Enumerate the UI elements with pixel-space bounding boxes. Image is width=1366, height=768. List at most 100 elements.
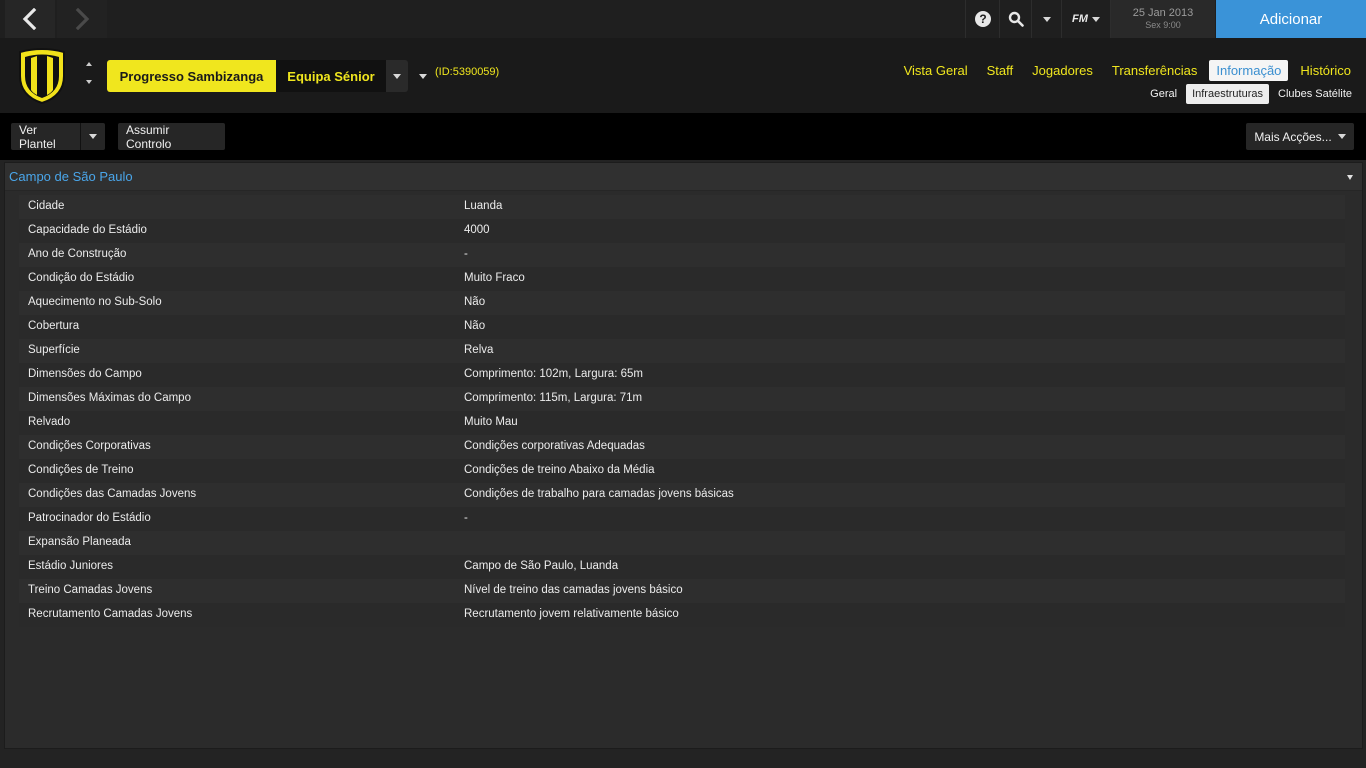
fm-menu-button[interactable]: FM: [1061, 0, 1110, 38]
time-text: Sex 9:00: [1145, 20, 1181, 30]
arrow-up-icon[interactable]: [86, 62, 92, 66]
row-value: 4000: [464, 224, 490, 236]
row-value: Muito Fraco: [464, 272, 525, 284]
table-row: Patrocinador do Estádio -: [19, 507, 1345, 531]
divider: [80, 123, 81, 150]
chevron-down-icon: [1337, 134, 1346, 139]
tab-staff[interactable]: Staff: [980, 60, 1021, 81]
help-button[interactable]: ?: [965, 0, 1000, 38]
subtab-affiliates[interactable]: Clubes Satélite: [1272, 84, 1358, 104]
view-squad-button[interactable]: Ver Plantel: [11, 122, 105, 151]
table-row: Estádio Juniores Campo de São Paulo, Luan…: [19, 555, 1345, 579]
table-row: Expansão Planeada: [19, 531, 1345, 555]
club-crest: [19, 48, 65, 105]
stadium-panel: Campo de São Paulo Cidade Luanda Capacidad…: [4, 162, 1363, 749]
tab-overview[interactable]: Vista Geral: [897, 60, 975, 81]
fm-logo: FM: [1072, 13, 1088, 25]
row-value: Condições de treino Abaixo da Média: [464, 464, 655, 476]
row-value: -: [464, 512, 468, 524]
table-row: Treino Camadas Jovens Nível de treino das…: [19, 579, 1345, 603]
club-header: Progresso Sambizanga Equipa Sénior (ID:5…: [0, 38, 1366, 113]
row-label: Aquecimento no Sub-Solo: [28, 296, 162, 308]
panel-header[interactable]: Campo de São Paulo: [5, 163, 1362, 191]
row-label: Condições de Treino: [28, 464, 134, 476]
tab-history[interactable]: Histórico: [1293, 60, 1358, 81]
row-value: Comprimento: 102m, Largura: 65m: [464, 368, 643, 380]
table-row: Ano de Construção -: [19, 243, 1345, 267]
id-dropdown-icon[interactable]: [419, 74, 427, 79]
club-name-button[interactable]: Progresso Sambizanga: [107, 60, 276, 92]
row-value: Recrutamento jovem relativamente básico: [464, 608, 679, 620]
row-label: Dimensões Máximas do Campo: [28, 392, 191, 404]
table-row: Superfície Relva: [19, 339, 1345, 363]
row-value: Luanda: [464, 200, 503, 212]
table-row: Cidade Luanda: [19, 195, 1345, 219]
search-icon: [1008, 11, 1024, 27]
chevron-down-icon[interactable]: [89, 134, 97, 139]
view-squad-label: Ver Plantel: [19, 122, 56, 151]
chevron-down-icon: [393, 73, 401, 79]
row-label: Cidade: [28, 200, 65, 212]
row-label: Recrutamento Camadas Jovens: [28, 608, 193, 620]
club-id: (ID:5390059): [435, 66, 500, 78]
row-label: Estádio Juniores: [28, 560, 114, 572]
table-row: Relvado Muito Mau: [19, 411, 1345, 435]
chevron-down-icon: [1091, 16, 1100, 22]
table-row: Dimensões do Campo Comprimento: 102m, Lar…: [19, 363, 1345, 387]
row-label: Cobertura: [28, 320, 80, 332]
row-label: Condições das Camadas Jovens: [28, 488, 197, 500]
subtab-general[interactable]: Geral: [1144, 84, 1183, 104]
row-value: Campo de São Paulo, Luanda: [464, 560, 619, 572]
tab-information[interactable]: Informação: [1209, 60, 1289, 81]
row-label: Expansão Planeada: [28, 536, 131, 548]
table-row: Cobertura Não: [19, 315, 1345, 339]
game-date[interactable]: 25 Jan 2013 Sex 9:00: [1110, 0, 1215, 38]
table-row: Condições de Treino Condições de treino A…: [19, 459, 1345, 483]
action-bar: Ver Plantel Assumir Controlo Mais Acções…: [0, 113, 1366, 160]
top-bar: ? FM 25 Jan 2013 Sex 9:00 Adicionar: [0, 0, 1366, 39]
row-label: Condição do Estádio: [28, 272, 135, 284]
tab-transfers[interactable]: Transferências: [1105, 60, 1205, 81]
arrow-down-icon[interactable]: [86, 80, 92, 84]
squad-select[interactable]: Equipa Sénior: [276, 60, 386, 92]
table-row: Aquecimento no Sub-Solo Não: [19, 291, 1345, 315]
chevron-right-icon: [75, 8, 90, 30]
table-row: Condições Corporativas Condições corporat…: [19, 435, 1345, 459]
take-control-button[interactable]: Assumir Controlo: [118, 123, 225, 151]
tab-players[interactable]: Jogadores: [1025, 60, 1100, 81]
row-value: Condições corporativas Adequadas: [464, 440, 645, 452]
row-value: Não: [464, 296, 486, 308]
table-row: Capacidade do Estádio 4000: [19, 219, 1345, 243]
row-value: -: [464, 248, 468, 260]
row-value: Não: [464, 320, 486, 332]
club-switch-arrows[interactable]: [84, 60, 96, 90]
info-table: Cidade Luanda Capacidade do Estádio 4000 Ano…: [19, 195, 1345, 627]
continue-button[interactable]: Adicionar: [1216, 0, 1366, 38]
forward-button[interactable]: [57, 0, 107, 38]
back-button[interactable]: [5, 0, 55, 38]
sub-tabs: Geral Infraestruturas Clubes Satélite: [1141, 84, 1358, 104]
row-label: Superfície: [28, 344, 80, 356]
squad-dropdown-button[interactable]: [386, 60, 408, 92]
search-button[interactable]: [999, 0, 1032, 38]
date-text: 25 Jan 2013: [1132, 7, 1194, 19]
row-value: Muito Mau: [464, 416, 518, 428]
row-value: Relva: [464, 344, 494, 356]
row-value: Condições de trabalho para camadas joven…: [464, 488, 734, 500]
row-label: Patrocinador do Estádio: [28, 512, 151, 524]
chevron-down-icon: [1043, 16, 1051, 22]
help-icon: ?: [975, 11, 991, 27]
row-value: Comprimento: 115m, Largura: 71m: [464, 392, 643, 404]
row-value: Nível de treino das camadas jovens básic…: [464, 584, 683, 596]
table-row: Condições das Camadas Jovens Condições de…: [19, 483, 1345, 507]
row-label: Dimensões do Campo: [28, 368, 142, 380]
search-dropdown-button[interactable]: [1031, 0, 1062, 38]
collapse-icon[interactable]: [1347, 175, 1353, 180]
main-tabs: Vista Geral Staff Jogadores Transferênci…: [892, 60, 1358, 81]
more-actions-button[interactable]: Mais Acções...: [1246, 123, 1354, 150]
table-row: Condição do Estádio Muito Fraco: [19, 267, 1345, 291]
stadium-name-link[interactable]: Campo de São Paulo: [9, 169, 133, 184]
row-label: Capacidade do Estádio: [28, 224, 147, 236]
row-label: Treino Camadas Jovens: [28, 584, 153, 596]
subtab-facilities[interactable]: Infraestruturas: [1186, 84, 1269, 104]
